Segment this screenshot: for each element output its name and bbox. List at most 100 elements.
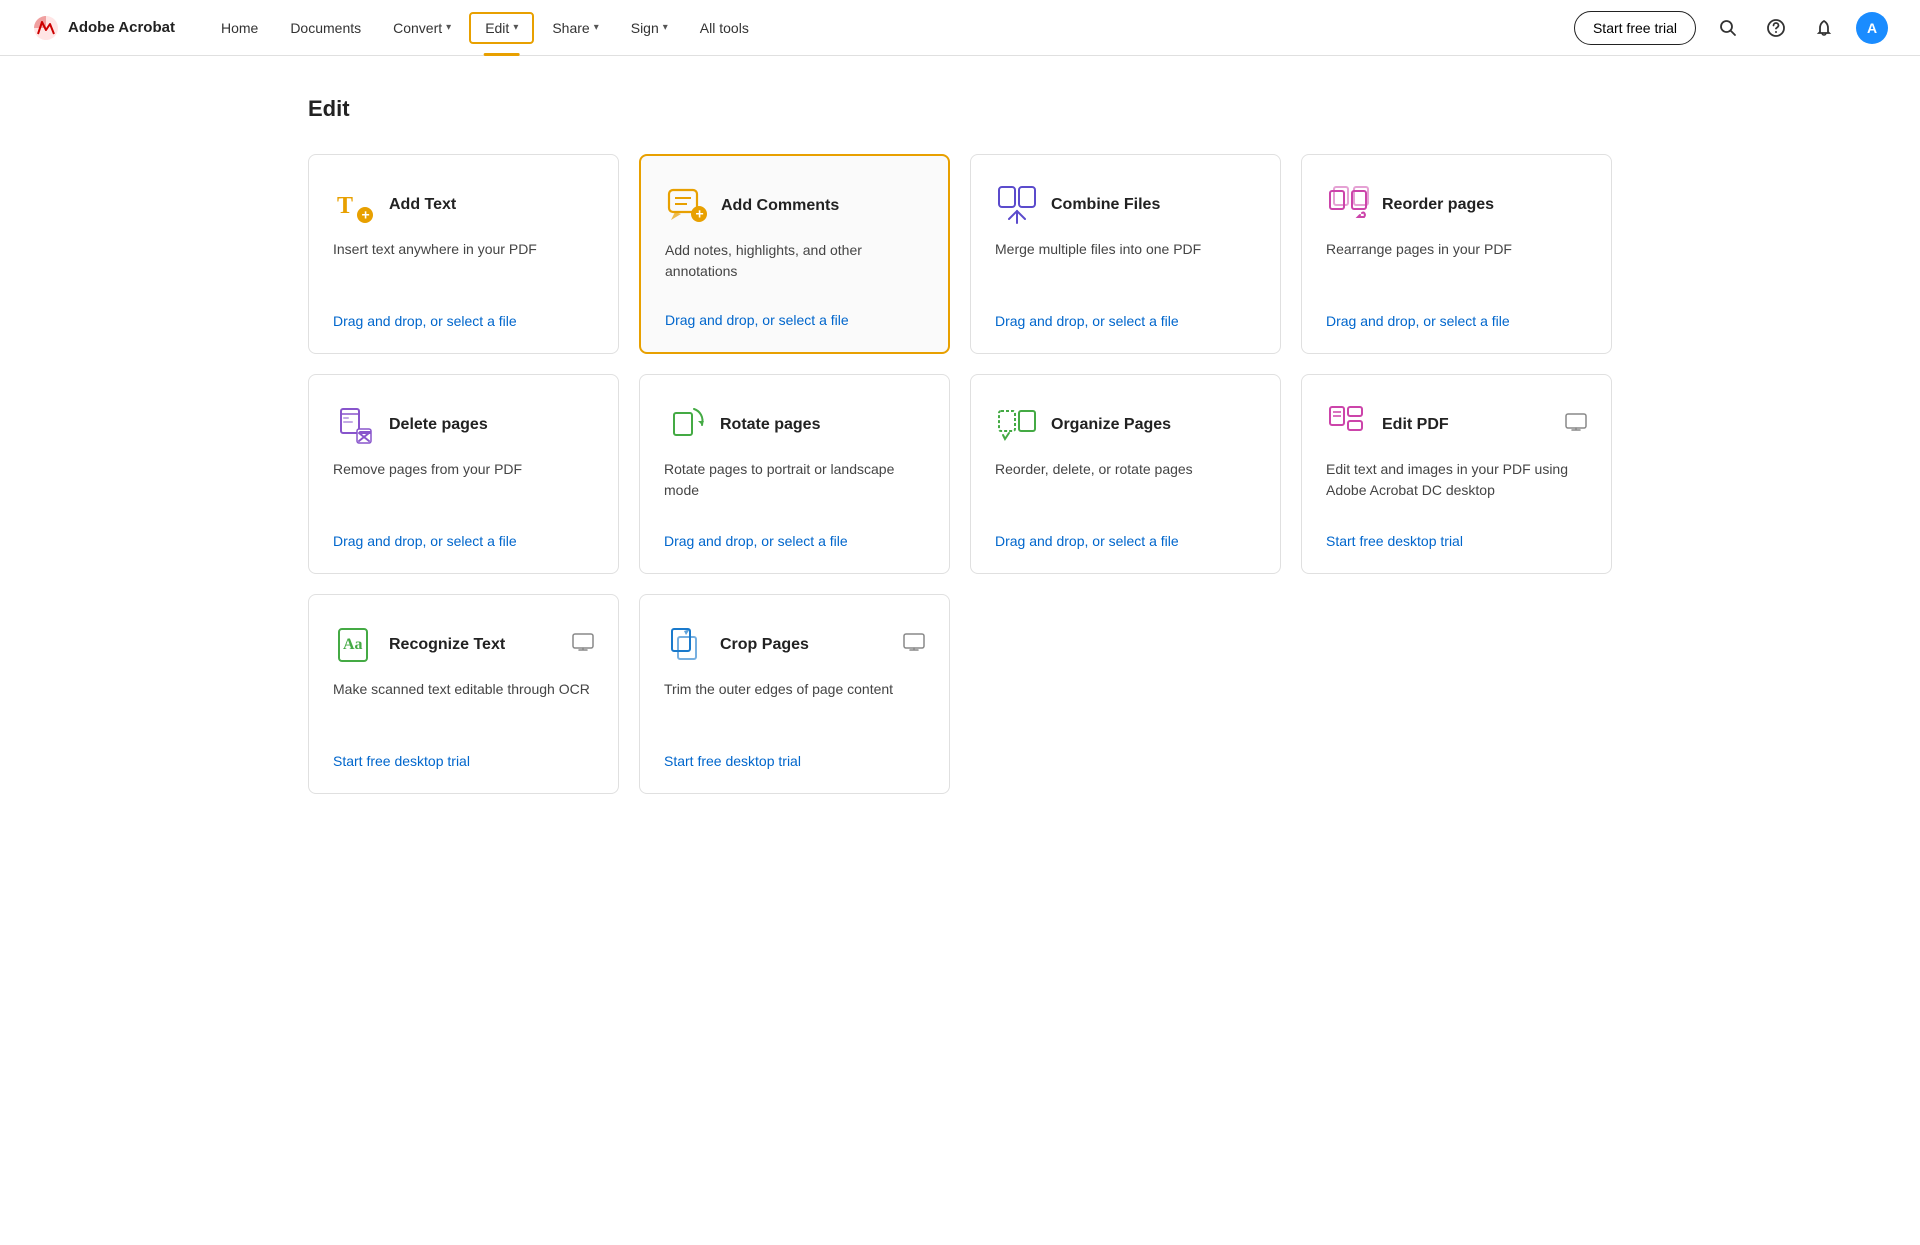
nav-all-tools[interactable]: All tools [686,14,763,42]
organize-pages-icon [995,403,1039,447]
card-crop-pages-title: Crop Pages [720,636,809,654]
card-rotate-pages-link[interactable]: Drag and drop, or select a file [664,533,925,549]
nav-share[interactable]: Share ▾ [538,14,612,42]
card-rotate-pages[interactable]: Rotate pages Rotate pages to portrait or… [639,374,950,574]
card-recognize-text-link[interactable]: Start free desktop trial [333,753,594,769]
card-recognize-text-header: Aa Recognize Text [333,623,505,667]
header-right: Start free trial A [1574,11,1888,45]
acrobat-logo-icon [32,14,60,42]
search-icon [1719,19,1737,37]
nav-convert[interactable]: Convert ▾ [379,14,465,42]
logo[interactable]: Adobe Acrobat [32,14,175,42]
card-edit-pdf-desc: Edit text and images in your PDF using A… [1326,459,1587,521]
main-nav: Home Documents Convert ▾ Edit ▾ Share ▾ … [207,12,1574,44]
card-add-comments-title: Add Comments [721,197,839,215]
card-crop-pages-link[interactable]: Start free desktop trial [664,753,925,769]
card-edit-pdf-link[interactable]: Start free desktop trial [1326,533,1587,549]
svg-text:+: + [362,207,370,223]
card-recognize-text-title: Recognize Text [389,636,505,654]
search-button[interactable] [1712,12,1744,44]
cards-row-3: Aa Recognize Text Make scanned text edit… [308,594,1612,794]
card-edit-pdf[interactable]: Edit PDF Edit text and images in your PD… [1301,374,1612,574]
card-add-comments[interactable]: + Add Comments Add notes, highlights, an… [639,154,950,354]
card-reorder-pages-desc: Rearrange pages in your PDF [1326,239,1587,301]
card-organize-pages-title: Organize Pages [1051,416,1171,434]
start-trial-button[interactable]: Start free trial [1574,11,1696,45]
card-edit-pdf-header: Edit PDF [1326,403,1449,447]
page-title: Edit [308,96,1612,122]
nav-home[interactable]: Home [207,14,272,42]
card-organize-pages-desc: Reorder, delete, or rotate pages [995,459,1256,521]
card-add-text-title: Add Text [389,196,456,214]
svg-text:Aa: Aa [343,636,363,653]
card-combine-files-desc: Merge multiple files into one PDF [995,239,1256,301]
card-organize-pages-header: Organize Pages [995,403,1256,447]
card-crop-pages-header-row: Crop Pages [664,623,925,667]
desktop-icon-crop-pages [903,632,925,659]
main-content: Edit T + Add Text Insert text anywhere i… [260,56,1660,854]
card-organize-pages-link[interactable]: Drag and drop, or select a file [995,533,1256,549]
card-add-comments-header: + Add Comments [665,184,924,228]
card-combine-files-title: Combine Files [1051,196,1160,214]
nav-sign[interactable]: Sign ▾ [617,14,682,42]
card-crop-pages-header: Crop Pages [664,623,809,667]
cards-row-1: T + Add Text Insert text anywhere in you… [308,154,1612,354]
card-reorder-pages-header: Reorder pages [1326,183,1587,227]
svg-text:+: + [696,206,704,222]
card-crop-pages-desc: Trim the outer edges of page content [664,679,925,741]
card-delete-pages-desc: Remove pages from your PDF [333,459,594,521]
card-delete-pages-link[interactable]: Drag and drop, or select a file [333,533,594,549]
notifications-button[interactable] [1808,12,1840,44]
desktop-icon-recognize-text [572,632,594,659]
card-delete-pages-header: Delete pages [333,403,594,447]
card-reorder-pages-title: Reorder pages [1382,196,1494,214]
card-crop-pages[interactable]: Crop Pages Trim the outer edges of page … [639,594,950,794]
nav-documents[interactable]: Documents [276,14,375,42]
svg-text:T: T [337,193,353,219]
rotate-pages-icon [664,403,708,447]
card-recognize-text-header-row: Aa Recognize Text [333,623,594,667]
card-add-text-link[interactable]: Drag and drop, or select a file [333,313,594,329]
sign-chevron: ▾ [663,22,668,33]
header: Adobe Acrobat Home Documents Convert ▾ E… [0,0,1920,56]
help-icon [1767,19,1785,37]
share-chevron: ▾ [594,22,599,33]
combine-files-icon [995,183,1039,227]
add-text-icon: T + [333,183,377,227]
edit-chevron: ▾ [513,22,518,33]
card-add-text[interactable]: T + Add Text Insert text anywhere in you… [308,154,619,354]
card-rotate-pages-header: Rotate pages [664,403,925,447]
user-avatar[interactable]: A [1856,12,1888,44]
card-rotate-pages-title: Rotate pages [720,416,820,434]
card-rotate-pages-desc: Rotate pages to portrait or landscape mo… [664,459,925,521]
nav-edit[interactable]: Edit ▾ [469,12,534,44]
card-reorder-pages-link[interactable]: Drag and drop, or select a file [1326,313,1587,329]
card-add-text-header: T + Add Text [333,183,594,227]
card-edit-pdf-title: Edit PDF [1382,416,1449,434]
cards-row-2: Delete pages Remove pages from your PDF … [308,374,1612,574]
convert-chevron: ▾ [446,22,451,33]
card-add-text-desc: Insert text anywhere in your PDF [333,239,594,301]
help-button[interactable] [1760,12,1792,44]
card-combine-files-link[interactable]: Drag and drop, or select a file [995,313,1256,329]
add-comments-icon: + [665,184,709,228]
delete-pages-icon [333,403,377,447]
edit-pdf-icon [1326,403,1370,447]
card-delete-pages-title: Delete pages [389,416,488,434]
card-delete-pages[interactable]: Delete pages Remove pages from your PDF … [308,374,619,574]
card-recognize-text[interactable]: Aa Recognize Text Make scanned text edit… [308,594,619,794]
desktop-icon-edit-pdf [1565,412,1587,439]
card-add-comments-link[interactable]: Drag and drop, or select a file [665,312,924,328]
bell-icon [1815,19,1833,37]
logo-text: Adobe Acrobat [68,19,175,36]
card-organize-pages[interactable]: Organize Pages Reorder, delete, or rotat… [970,374,1281,574]
card-edit-pdf-header-row: Edit PDF [1326,403,1587,447]
card-recognize-text-desc: Make scanned text editable through OCR [333,679,594,741]
recognize-text-icon: Aa [333,623,377,667]
card-add-comments-desc: Add notes, highlights, and other annotat… [665,240,924,300]
reorder-pages-icon [1326,183,1370,227]
card-reorder-pages[interactable]: Reorder pages Rearrange pages in your PD… [1301,154,1612,354]
card-combine-files[interactable]: Combine Files Merge multiple files into … [970,154,1281,354]
card-combine-files-header: Combine Files [995,183,1256,227]
crop-pages-icon [664,623,708,667]
